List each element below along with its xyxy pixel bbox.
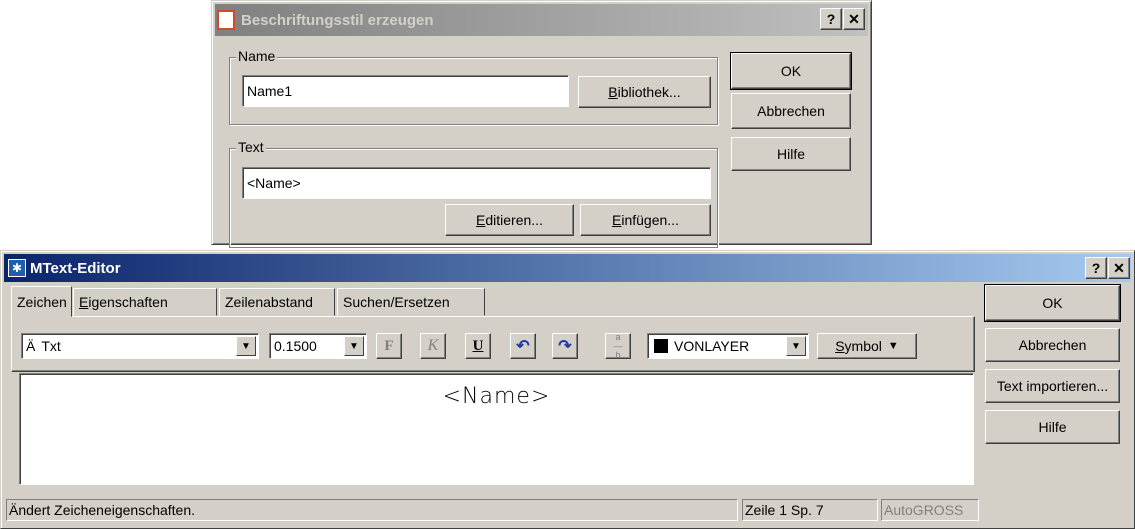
color-select[interactable]: VONLAYER ▼ [647,333,809,359]
editieren-label: Editieren... [476,212,543,228]
bold-icon: F [384,337,394,354]
tab-zeichen-label: Zeichen [17,293,67,310]
symbol-label: Symbol [835,338,882,354]
text-height-value: 0.1500 [274,338,317,354]
abbrechen-button[interactable]: Abbrechen [731,93,851,129]
text-height-select[interactable]: 0.1500 ▼ [269,333,367,359]
bold-button[interactable]: F [376,333,402,359]
autogross-indicator: AutoGROSS [881,499,979,521]
tab-suchen-ersetzen[interactable]: Suchen/Ersetzen [337,288,485,316]
chevron-down-icon: ▼ [887,340,899,352]
editor-ok-button[interactable]: OK [985,285,1120,321]
dialog-app-icon [217,10,235,30]
help-button[interactable]: ? [820,8,842,30]
color-select-value: VONLAYER [674,338,750,354]
bibliothek-button[interactable]: Bibliothek... [578,76,711,108]
tab-suchen-ersetzen-label: Suchen/Ersetzen [343,294,450,310]
stack-fraction-icon: a — b [613,331,623,360]
close-button[interactable]: ✕ [843,8,865,30]
name-input[interactable]: Name1 [242,75,569,107]
tab-zeichen[interactable]: Zeichen [11,286,72,317]
undo-button[interactable]: ↶ [510,333,536,359]
text-group-label: Text [236,139,266,155]
underline-icon: U [472,337,484,354]
editor-titlebar[interactable]: ✱ MText-Editor ? ✕ [4,254,1131,282]
font-select-value: Txt [41,338,61,354]
text-importieren-button[interactable]: Text importieren... [985,369,1120,403]
tab-eigenschaften[interactable]: Eigenschaften [73,288,217,316]
editor-hilfe-button[interactable]: Hilfe [985,410,1120,444]
editor-content: <Name> [442,384,551,409]
color-swatch [654,339,668,353]
redo-button[interactable]: ↷ [552,333,578,359]
einfuegen-button[interactable]: Einfügen... [580,204,711,236]
ok-button[interactable]: OK [731,53,851,89]
name-group-label: Name [236,48,278,64]
underline-button[interactable]: U [465,333,491,359]
mtext-editor-window: ✱ MText-Editor ? ✕ Zeichen Eigenschaften… [0,250,1135,529]
stack-button[interactable]: a — b [605,331,631,360]
editor-help-button[interactable]: ? [1085,257,1107,279]
bibliothek-label: Bibliothek... [608,84,681,100]
hilfe-button[interactable]: Hilfe [731,137,851,171]
beschriftungsstil-dialog: Beschriftungsstil erzeugen ? ✕ Name Name… [211,0,872,248]
editieren-button[interactable]: Editieren... [445,204,574,236]
text-input[interactable]: <Name> [242,167,711,199]
symbol-button[interactable]: Symbol ▼ [817,333,917,359]
italic-button[interactable]: K [420,333,446,359]
tab-zeilenabstand-label: Zeilenabstand [225,294,313,310]
chevron-down-icon: ▼ [236,336,256,356]
redo-icon: ↷ [558,338,572,355]
font-select[interactable]: Ä Txt ▼ [21,333,259,359]
chevron-down-icon: ▼ [786,336,806,356]
editor-abbrechen-button[interactable]: Abbrechen [985,328,1120,362]
status-message: Ändert Zeicheneigenschaften. [6,499,738,521]
tab-zeilenabstand[interactable]: Zeilenabstand [219,288,335,316]
editor-title: MText-Editor [30,259,121,277]
italic-icon: K [427,337,439,354]
font-type-icon: Ä [26,338,36,354]
cursor-position: Zeile 1 Sp. 7 [742,499,878,521]
chevron-down-icon: ▼ [344,336,364,356]
undo-icon: ↶ [516,338,530,355]
mtext-editor-area[interactable]: <Name> [19,373,974,485]
dialog-title: Beschriftungsstil erzeugen [241,11,434,29]
einfuegen-label: Einfügen... [612,212,679,228]
mtext-app-icon: ✱ [8,259,26,277]
editor-close-button[interactable]: ✕ [1108,257,1130,279]
dialog-titlebar[interactable]: Beschriftungsstil erzeugen ? ✕ [215,4,868,36]
tab-eigenschaften-label: Eigenschaften [79,294,168,310]
